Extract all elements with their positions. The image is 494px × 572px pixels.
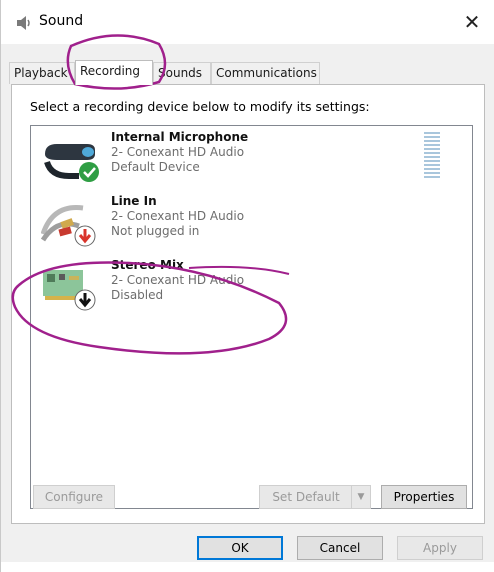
set-default-button[interactable]: Set Default ▼ (259, 485, 371, 509)
device-list[interactable]: Internal Microphone 2- Conexant HD Audio… (30, 125, 473, 509)
level-meter (424, 132, 440, 180)
tab-communications[interactable]: Communications (211, 62, 320, 84)
chevron-down-icon[interactable]: ▼ (351, 486, 370, 508)
close-icon: ✕ (463, 10, 481, 34)
set-default-label: Set Default (272, 490, 340, 504)
device-status: Default Device (111, 160, 200, 174)
tab-playback[interactable]: Playback (9, 62, 75, 84)
device-name: Stereo Mix (111, 258, 184, 272)
recording-tab-panel: Select a recording device below to modif… (11, 84, 485, 524)
properties-button[interactable]: Properties (381, 485, 467, 509)
tab-recording[interactable]: Recording (75, 60, 153, 85)
list-item[interactable]: Internal Microphone 2- Conexant HD Audio… (33, 128, 470, 190)
check-badge-icon (79, 162, 99, 182)
device-driver: 2- Conexant HD Audio (111, 209, 245, 223)
device-status: Not plugged in (111, 224, 200, 238)
device-driver: 2- Conexant HD Audio (111, 145, 245, 159)
instruction-text: Select a recording device below to modif… (30, 99, 370, 114)
sound-dialog: Sound ✕ Playback Recording Sounds Commun… (0, 0, 494, 572)
device-driver: 2- Conexant HD Audio (111, 273, 245, 287)
apply-button[interactable]: Apply (397, 536, 483, 560)
list-item[interactable]: Stereo Mix 2- Conexant HD Audio Disabled (33, 256, 470, 318)
device-name: Internal Microphone (111, 130, 249, 144)
title-bar[interactable]: Sound ✕ (1, 0, 494, 44)
list-item[interactable]: Line In 2- Conexant HD Audio Not plugged… (33, 192, 470, 254)
audio-cable-icon (41, 205, 96, 247)
microphone-icon (44, 144, 99, 182)
ok-button[interactable]: OK (197, 536, 283, 560)
speaker-icon (17, 16, 30, 30)
sound-card-icon (43, 270, 96, 311)
close-button[interactable]: ✕ (449, 0, 494, 44)
window-title: Sound (39, 13, 84, 29)
device-name: Line In (111, 194, 157, 208)
configure-button[interactable]: Configure (33, 485, 115, 509)
tab-sounds[interactable]: Sounds (153, 62, 211, 84)
background-strip (1, 562, 494, 572)
device-status: Disabled (111, 288, 164, 302)
cancel-button[interactable]: Cancel (297, 536, 383, 560)
